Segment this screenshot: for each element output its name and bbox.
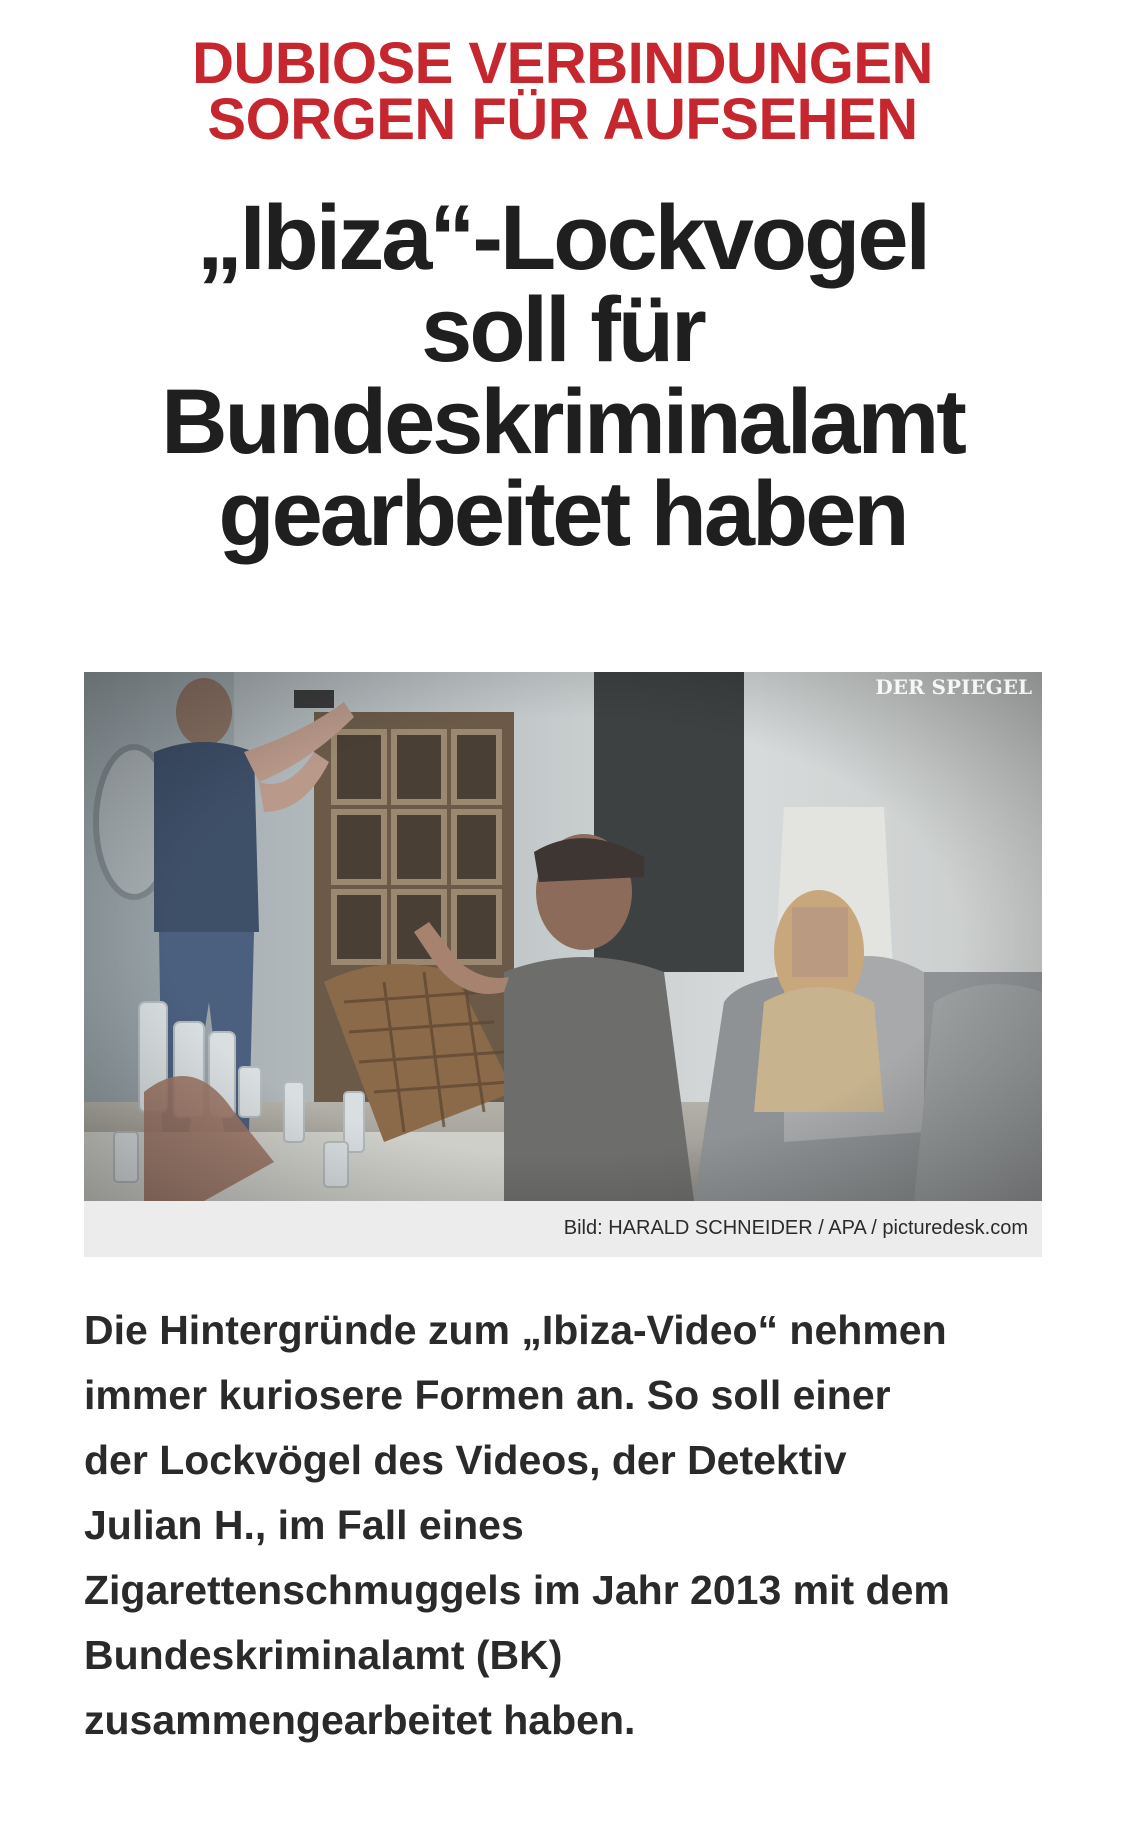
kicker-line: DUBIOSE VERBINDUNGEN: [192, 31, 933, 96]
kicker: DUBIOSE VERBINDUNGEN SORGEN FÜR AUFSEHEN: [0, 31, 1125, 152]
headline-line: soll für: [421, 279, 707, 381]
image-caption: Bild: HARALD SCHNEIDER / APA / picturede…: [563, 1217, 1028, 1239]
article-figure: DER SPIEGEL Bild: HARALD SCHNEIDER / APA…: [84, 672, 1042, 1257]
lead-line: der Lockvögel des Videos, der Detektiv: [84, 1437, 847, 1483]
lead-paragraph: Die Hintergründe zum „Ibiza-Video“ nehme…: [84, 1298, 1044, 1753]
headline-line: gearbeitet haben: [218, 463, 909, 565]
lead-line: Bundeskriminalamt (BK): [84, 1632, 563, 1678]
watermark-text: DER SPIEGEL: [875, 675, 1032, 699]
lead-line: zusammengearbeitet haben.: [84, 1697, 636, 1743]
lead-line: immer kuriosere Formen an. So soll einer: [84, 1372, 891, 1418]
kicker-line: SORGEN FÜR AUFSEHEN: [207, 87, 918, 152]
lead-line: Julian H., im Fall eines: [84, 1502, 524, 1548]
headline-line: „Ibiza“-Lockvogel: [196, 187, 931, 289]
lead-line: Die Hintergründe zum „Ibiza-Video“ nehme…: [84, 1307, 947, 1353]
headline-line: Bundeskriminalamt: [161, 371, 967, 473]
article: DUBIOSE VERBINDUNGEN SORGEN FÜR AUFSEHEN…: [0, 0, 1125, 1827]
article-photo[interactable]: DER SPIEGEL: [84, 672, 1042, 1201]
lead-line: Zigarettenschmuggels im Jahr 2013 mit de…: [84, 1567, 950, 1613]
photo-scene: DER SPIEGEL: [84, 672, 1042, 1201]
headline: „Ibiza“-Lockvogel soll für Bundeskrimina…: [0, 192, 1125, 560]
